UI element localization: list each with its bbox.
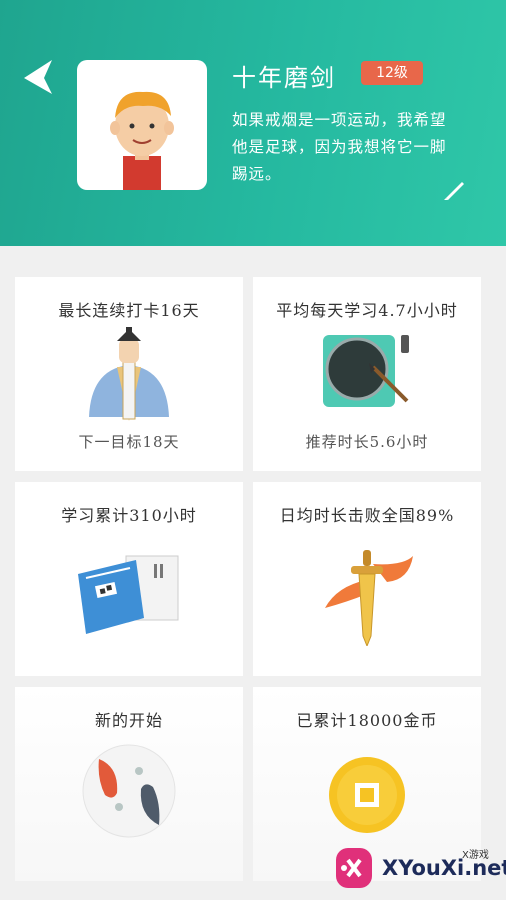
watermark-text: XYouXi.net	[382, 856, 506, 880]
card-title: 已累计18000金币	[296, 711, 438, 730]
gold-coin-icon	[329, 757, 405, 833]
sword-icon	[325, 550, 413, 646]
achievement-card-streak[interactable]: 最长连续打卡16天 下一目标18天	[15, 277, 243, 471]
user-name: 十年磨剑	[232, 64, 336, 92]
back-arrow-icon[interactable]	[22, 58, 56, 96]
card-title: 日均时长击败全国89%	[279, 506, 455, 525]
card-subtitle: 推荐时长5.6小时	[305, 433, 429, 451]
inkstone-icon	[323, 335, 409, 407]
card-title: 平均每天学习4.7小小时	[276, 301, 458, 320]
card-title: 新的开始	[94, 711, 163, 730]
achievement-card-total[interactable]: 学习累计310小时	[15, 482, 243, 676]
card-title: 最长连续打卡16天	[58, 301, 200, 320]
avatar[interactable]	[77, 60, 207, 190]
profile-header: 十年磨剑 12级 如果戒烟是一项运动，我希望他是足球，因为我想将它一脚踢远。	[0, 0, 506, 246]
edit-pen-icon[interactable]	[442, 176, 468, 202]
koi-fish-icon	[82, 744, 176, 838]
achievement-card-newstart[interactable]: 新的开始	[15, 687, 243, 881]
signature-text: 如果戒烟是一项运动，我希望他是足球，因为我想将它一脚踢远。	[232, 111, 447, 183]
avatar-boy-icon	[110, 91, 174, 190]
card-title: 学习累计310小时	[61, 506, 197, 525]
level-badge: 12级	[361, 61, 423, 85]
achievement-card-average[interactable]: 平均每天学习4.7小小时 推荐时长5.6小时	[253, 277, 481, 471]
book-scroll-icon	[78, 555, 179, 634]
scholar-icon	[89, 327, 169, 421]
achievement-card-rank[interactable]: 日均时长击败全国89%	[253, 482, 481, 676]
card-subtitle: 下一目标18天	[78, 433, 180, 451]
